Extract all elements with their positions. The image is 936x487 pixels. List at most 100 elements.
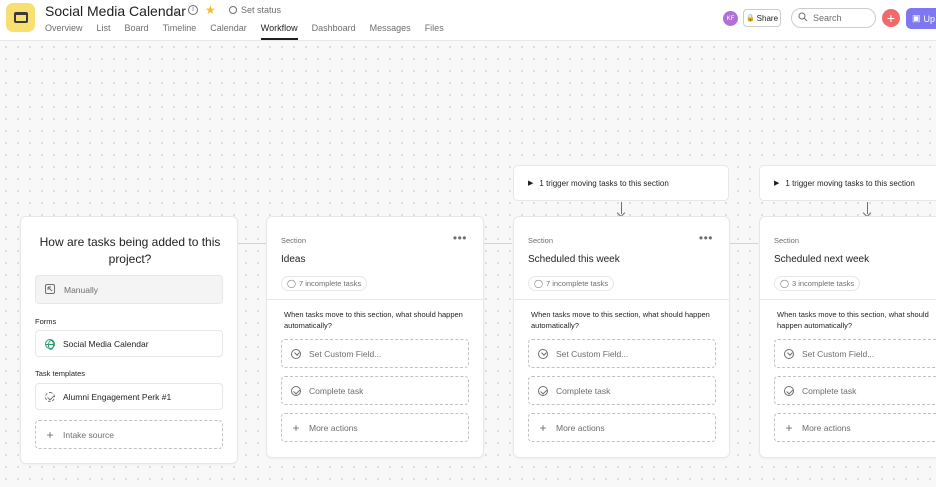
intake-source-label: Intake source	[63, 429, 115, 440]
set-status-label: Set status	[241, 5, 282, 15]
section-card-scheduled-this-week: Section ••• Scheduled this week ◯ 7 inco…	[513, 216, 730, 458]
trigger-text: 1 trigger moving tasks to this section	[539, 178, 669, 188]
automation-question: When tasks move to this section, what sh…	[777, 310, 929, 330]
incomplete-tasks-badge[interactable]: ◯ 7 incomplete tasks	[281, 276, 368, 291]
connector-line	[238, 243, 266, 244]
manual-source[interactable]: Manually	[35, 275, 223, 304]
forms-label: Forms	[35, 317, 57, 326]
action-label: More actions	[802, 422, 851, 433]
cursor-icon	[45, 283, 55, 296]
more-actions-button[interactable]: + More actions	[528, 413, 716, 442]
plus-icon: +	[292, 420, 300, 435]
template-check-icon	[45, 391, 55, 402]
section-name[interactable]: Ideas	[281, 254, 305, 265]
tab-board[interactable]: Board	[125, 23, 149, 37]
check-circle-icon	[784, 385, 794, 396]
intake-card: How are tasks being added to this projec…	[20, 216, 238, 464]
incomplete-tasks-badge[interactable]: ◯ 7 incomplete tasks	[528, 276, 615, 291]
set-custom-field-button[interactable]: Set Custom Field...	[281, 339, 469, 368]
globe-icon	[45, 338, 55, 350]
divider	[267, 299, 483, 300]
caret-right-icon: ▶	[528, 180, 534, 187]
star-icon[interactable]: ★	[205, 3, 216, 17]
trigger-box-scheduled-next-week[interactable]: ▶ 1 trigger moving tasks to this section	[759, 165, 936, 201]
arrow-down-icon	[621, 202, 622, 214]
connector-line	[484, 243, 512, 244]
search-input[interactable]: Search	[791, 8, 876, 28]
complete-task-button[interactable]: Complete task	[528, 376, 716, 405]
custom-field-icon	[538, 348, 548, 359]
search-placeholder: Search	[813, 13, 842, 23]
tab-timeline[interactable]: Timeline	[163, 23, 197, 37]
lock-icon: 🔒	[745, 15, 755, 22]
more-options-icon[interactable]: •••	[699, 231, 713, 245]
form-item[interactable]: Social Media Calendar	[35, 330, 223, 357]
share-button[interactable]: 🔒 Share	[743, 9, 781, 27]
section-label: Section	[528, 236, 554, 245]
tab-calendar[interactable]: Calendar	[210, 23, 247, 37]
tab-files[interactable]: Files	[425, 23, 444, 37]
caret-right-icon: ▶	[774, 180, 780, 187]
plus-icon: +	[46, 427, 54, 442]
section-name[interactable]: Scheduled this week	[528, 254, 620, 265]
more-actions-button[interactable]: + More actions	[774, 413, 936, 442]
arrow-down-icon	[867, 202, 868, 214]
check-circle-icon: ◯	[534, 279, 543, 288]
form-name: Social Media Calendar	[63, 338, 149, 349]
more-options-icon[interactable]: •••	[453, 231, 467, 245]
avatar[interactable]: KF	[723, 11, 738, 26]
search-icon	[798, 12, 808, 24]
intake-question: How are tasks being added to this projec…	[39, 235, 221, 266]
check-circle-icon: ◯	[287, 279, 296, 288]
project-title[interactable]: Social Media Calendar	[45, 3, 186, 19]
check-circle-icon: ◯	[780, 279, 789, 288]
trigger-box-scheduled-this-week[interactable]: ▶ 1 trigger moving tasks to this section	[513, 165, 729, 201]
action-label: Set Custom Field...	[802, 348, 875, 359]
set-status-button[interactable]: Set status	[229, 5, 281, 15]
add-intake-source-button[interactable]: + Intake source	[35, 420, 223, 449]
template-item[interactable]: Alumni Engagement Perk #1	[35, 383, 223, 410]
upgrade-button[interactable]: ▣ Up	[906, 8, 936, 29]
gift-icon: ▣	[912, 13, 921, 23]
action-label: More actions	[556, 422, 605, 433]
action-label: Set Custom Field...	[556, 348, 629, 359]
divider	[514, 299, 729, 300]
divider	[760, 299, 936, 300]
tab-workflow[interactable]: Workflow	[260, 23, 298, 40]
set-custom-field-button[interactable]: Set Custom Field...	[774, 339, 936, 368]
set-custom-field-button[interactable]: Set Custom Field...	[528, 339, 716, 368]
chevron-down-icon[interactable]: ⌄	[172, 4, 181, 18]
action-label: Complete task	[802, 385, 857, 396]
complete-task-button[interactable]: Complete task	[774, 376, 936, 405]
action-label: Complete task	[309, 385, 364, 396]
incomplete-count: 3 incomplete tasks	[791, 279, 855, 288]
task-templates-label: Task templates	[35, 369, 86, 378]
automation-question: When tasks move to this section, what sh…	[284, 310, 463, 330]
add-button[interactable]: +	[882, 9, 900, 27]
section-label: Section	[774, 236, 800, 245]
check-circle-icon	[291, 385, 301, 396]
info-icon[interactable]: i	[188, 5, 198, 15]
action-label: Set Custom Field...	[309, 348, 382, 359]
upgrade-label: Up	[923, 13, 936, 24]
complete-task-button[interactable]: Complete task	[281, 376, 469, 405]
status-circle-icon	[229, 6, 237, 14]
automation-question: When tasks move to this section, what sh…	[531, 310, 710, 330]
project-calendar-icon[interactable]	[6, 3, 35, 32]
tab-list[interactable]: List	[97, 23, 111, 37]
incomplete-tasks-badge[interactable]: ◯ 3 incomplete tasks	[774, 276, 861, 291]
tab-messages[interactable]: Messages	[370, 23, 411, 37]
template-name: Alumni Engagement Perk #1	[63, 391, 172, 402]
section-name[interactable]: Scheduled next week	[774, 254, 869, 265]
plus-icon: +	[785, 420, 793, 435]
tab-overview[interactable]: Overview	[45, 23, 83, 37]
incomplete-count: 7 incomplete tasks	[298, 279, 362, 288]
custom-field-icon	[291, 348, 301, 359]
section-label: Section	[281, 236, 307, 245]
tab-dashboard[interactable]: Dashboard	[312, 23, 356, 37]
trigger-text: 1 trigger moving tasks to this section	[785, 178, 915, 188]
share-label: Share	[756, 13, 779, 23]
check-circle-icon	[538, 385, 548, 396]
more-actions-button[interactable]: + More actions	[281, 413, 469, 442]
action-label: More actions	[309, 422, 358, 433]
